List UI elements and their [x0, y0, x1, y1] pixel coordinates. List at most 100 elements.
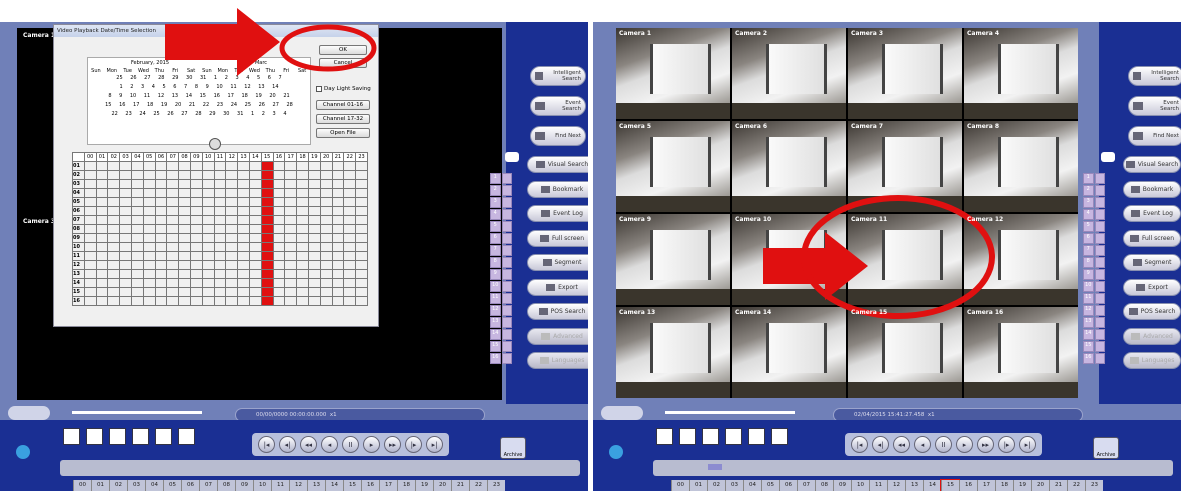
schedule-cell[interactable] — [343, 260, 357, 270]
schedule-cell[interactable] — [296, 188, 309, 198]
step-forward-icon[interactable]: |▸ — [998, 436, 1015, 453]
schedule-cell[interactable] — [142, 197, 156, 207]
hour-tick[interactable]: 12 — [887, 480, 905, 491]
hour-tick[interactable]: 14 — [325, 480, 343, 491]
schedule-cell[interactable] — [119, 296, 132, 306]
schedule-cell[interactable] — [201, 251, 215, 261]
channel-number[interactable]: 3 — [490, 197, 501, 208]
schedule-cell[interactable] — [260, 269, 274, 279]
schedule-cell[interactable] — [296, 170, 309, 180]
schedule-cell[interactable] — [83, 242, 97, 252]
schedule-cell[interactable] — [142, 251, 156, 261]
schedule-cell[interactable] — [296, 197, 309, 207]
schedule-cell[interactable] — [272, 233, 286, 243]
schedule-cell[interactable] — [260, 224, 274, 234]
schedule-cell[interactable] — [284, 224, 298, 234]
schedule-cell[interactable] — [178, 206, 191, 216]
find-next-button[interactable]: Find Next — [530, 126, 586, 146]
schedule-cell[interactable] — [154, 215, 168, 225]
camera-tile[interactable]: Camera 9 — [616, 214, 730, 305]
schedule-cell[interactable] — [178, 197, 191, 207]
schedule-cell[interactable] — [272, 251, 286, 261]
hour-tick[interactable]: 23 — [487, 480, 505, 491]
channel-toggle[interactable] — [501, 197, 512, 208]
channel-toggle[interactable] — [1094, 281, 1105, 292]
schedule-cell[interactable] — [248, 197, 262, 207]
hour-tick[interactable]: 09 — [235, 480, 253, 491]
schedule-cell[interactable] — [154, 233, 168, 243]
schedule-cell[interactable] — [166, 215, 180, 225]
camera-toggle-icon[interactable] — [505, 152, 519, 162]
hour-ruler[interactable]: 00 01 02 03 04 05 06 07 08 09 10 11 12 13 14 15 16 17 18 19… — [73, 480, 505, 491]
schedule-cell[interactable] — [189, 206, 203, 216]
schedule-cell[interactable] — [142, 224, 156, 234]
schedule-cell[interactable] — [260, 179, 274, 189]
schedule-cell[interactable] — [307, 215, 321, 225]
schedule-cell[interactable] — [142, 170, 156, 180]
channel-number[interactable]: 2 — [490, 185, 501, 196]
schedule-cell[interactable] — [130, 269, 144, 279]
schedule-cell[interactable] — [154, 296, 168, 306]
schedule-cell[interactable] — [83, 260, 97, 270]
timeline-marker[interactable] — [708, 464, 722, 470]
schedule-cell[interactable] — [248, 233, 262, 243]
schedule-cell[interactable] — [272, 179, 286, 189]
schedule-cell[interactable] — [166, 260, 180, 270]
schedule-cell[interactable] — [178, 278, 191, 288]
schedule-cell[interactable] — [213, 278, 227, 288]
rewind-icon[interactable]: ◂◂ — [893, 436, 910, 453]
hour-tick[interactable]: 00 — [671, 480, 689, 491]
step-forward-icon[interactable]: |▸ — [405, 436, 422, 453]
schedule-cell[interactable] — [343, 215, 357, 225]
layout-1-icon[interactable] — [63, 428, 80, 445]
schedule-cell[interactable] — [237, 242, 250, 252]
schedule-cell[interactable] — [154, 179, 168, 189]
skip-start-icon[interactable]: |◂ — [258, 436, 275, 453]
schedule-cell[interactable] — [107, 242, 121, 252]
schedule-cell[interactable] — [284, 260, 298, 270]
schedule-cell[interactable] — [343, 179, 357, 189]
schedule-cell[interactable] — [319, 215, 333, 225]
speed-slider[interactable] — [72, 411, 202, 414]
schedule-cell[interactable] — [284, 206, 298, 216]
schedule-cell[interactable] — [119, 233, 132, 243]
schedule-cell[interactable] — [83, 224, 97, 234]
channel-toggle[interactable] — [501, 233, 512, 244]
hour-tick[interactable]: 14 — [923, 480, 941, 491]
schedule-cell[interactable] — [225, 251, 239, 261]
schedule-cell[interactable] — [142, 260, 156, 270]
schedule-cell[interactable] — [296, 251, 309, 261]
layout-grid-icon[interactable] — [771, 428, 788, 445]
channel-toggle[interactable] — [1094, 197, 1105, 208]
schedule-cell[interactable] — [166, 161, 180, 171]
schedule-cell[interactable] — [355, 296, 368, 306]
schedule-cell[interactable] — [343, 224, 357, 234]
schedule-cell[interactable] — [178, 242, 191, 252]
schedule-cell[interactable] — [331, 242, 345, 252]
schedule-cell[interactable] — [355, 269, 368, 279]
schedule-cell[interactable] — [130, 170, 144, 180]
hour-tick[interactable]: 22 — [1067, 480, 1085, 491]
schedule-cell[interactable] — [355, 170, 368, 180]
schedule-cell[interactable] — [95, 278, 109, 288]
layout-grid-icon[interactable] — [178, 428, 195, 445]
speed-slider[interactable] — [665, 411, 795, 414]
hour-tick[interactable]: 11 — [271, 480, 289, 491]
schedule-cell[interactable] — [213, 251, 227, 261]
schedule-cell[interactable] — [213, 296, 227, 306]
languages-button[interactable]: Languages — [527, 352, 588, 369]
schedule-cell[interactable] — [272, 269, 286, 279]
schedule-cell[interactable] — [237, 278, 250, 288]
schedule-cell[interactable] — [166, 206, 180, 216]
schedule-cell[interactable] — [95, 233, 109, 243]
calendar-week-row[interactable]: 1 2 3 4 5 6 7 8 9 10 11 12 13 14 — [88, 83, 310, 92]
schedule-cell[interactable] — [331, 170, 345, 180]
camera-tile[interactable]: Camera 5 — [616, 121, 730, 212]
schedule-cell[interactable] — [248, 242, 262, 252]
schedule-cell[interactable] — [355, 188, 368, 198]
schedule-cell[interactable] — [237, 287, 250, 297]
schedule-cell[interactable] — [260, 188, 274, 198]
schedule-cell[interactable] — [260, 242, 274, 252]
schedule-cell[interactable] — [237, 260, 250, 270]
fullscreen-button[interactable]: Full screen — [1123, 229, 1181, 247]
